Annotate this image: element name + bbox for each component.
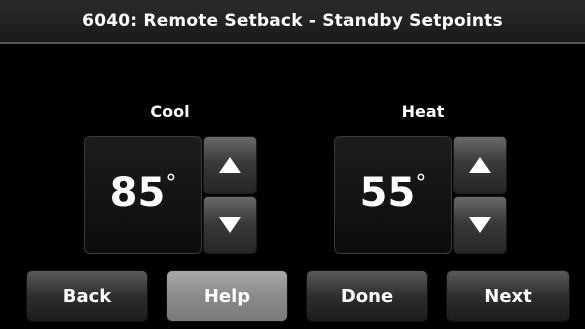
down-arrow-icon	[219, 217, 241, 233]
help-button[interactable]: Help	[166, 270, 288, 322]
heat-up-button[interactable]	[453, 136, 507, 194]
cool-setpoint-value: 85	[109, 170, 166, 216]
back-button[interactable]: Back	[26, 270, 148, 322]
next-button[interactable]: Next	[446, 270, 570, 322]
up-arrow-icon	[469, 157, 491, 173]
cool-up-button[interactable]	[203, 136, 257, 194]
heat-degree-symbol: °	[415, 171, 427, 196]
done-button[interactable]: Done	[306, 270, 428, 322]
heat-down-button[interactable]	[453, 196, 507, 254]
down-arrow-icon	[469, 217, 491, 233]
cool-label: Cool	[150, 102, 190, 121]
heat-setpoint-display: 55°	[334, 136, 452, 254]
cool-setpoint-display: 85°	[84, 136, 202, 254]
cool-down-button[interactable]	[203, 196, 257, 254]
up-arrow-icon	[219, 157, 241, 173]
screen-title: 6040: Remote Setback - Standby Setpoints	[0, 0, 585, 44]
thermostat-screen: 6040: Remote Setback - Standby Setpoints…	[0, 0, 585, 329]
cool-degree-symbol: °	[165, 171, 177, 196]
heat-setpoint-value: 55	[359, 170, 416, 216]
heat-label: Heat	[401, 102, 445, 121]
